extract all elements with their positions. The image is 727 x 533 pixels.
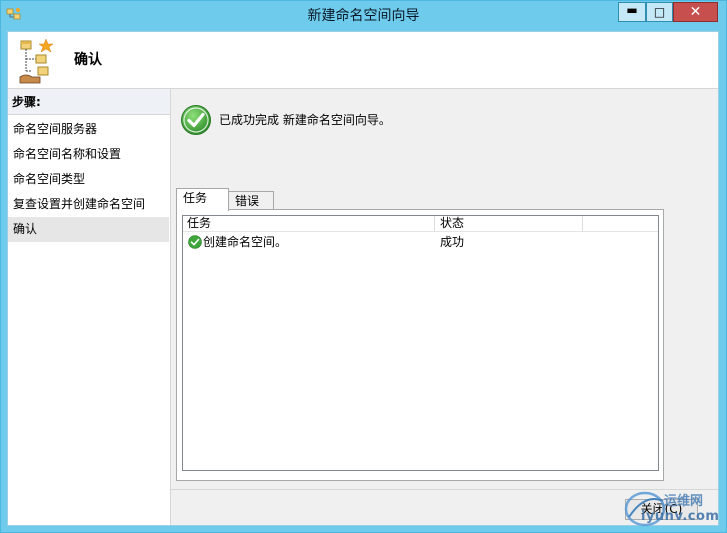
steps-sidebar: 步骤: 命名空间服务器 命名空间名称和设置 命名空间类型 复查设置并创建命名空间… (8, 89, 171, 525)
minimize-button[interactable]: ▬ (618, 2, 646, 22)
title-bar[interactable]: 新建命名空间向导 ▬ □ ✕ (1, 1, 726, 30)
step-namespace-type[interactable]: 命名空间类型 (8, 167, 169, 192)
site-watermark: 运维网 iyunv.com (623, 487, 723, 529)
tab-tasks[interactable]: 任务 (176, 188, 229, 211)
step-review-create[interactable]: 复查设置并创建命名空间 (8, 192, 169, 217)
wizard-header: 确认 (8, 32, 718, 89)
step-namespace-server[interactable]: 命名空间服务器 (8, 117, 169, 142)
page-title: 确认 (74, 52, 102, 68)
row-status-cell: 成功 (440, 235, 465, 249)
tasks-tab-panel: 任务 状态 创建命名空间。 成功 (176, 209, 664, 481)
maximize-icon: □ (653, 5, 666, 19)
task-list-view[interactable]: 任务 状态 创建命名空间。 成功 (182, 215, 659, 471)
list-header: 任务 状态 (183, 216, 658, 232)
table-row[interactable]: 创建命名空间。 成功 (183, 234, 658, 251)
success-check-icon (181, 105, 211, 135)
main-panel: 已成功完成 新建命名空间向导。 任务 错误 任务 状态 创建命名空间。 成功 (171, 89, 718, 525)
watermark-text-url: iyunv.com (641, 509, 720, 524)
wizard-client-area: 确认 步骤: 命名空间服务器 命名空间名称和设置 命名空间类型 复查设置并创建命… (7, 31, 719, 526)
maximize-button[interactable]: □ (646, 2, 673, 22)
row-task-cell: 创建命名空间。 (203, 235, 288, 249)
close-window-button[interactable]: ✕ (673, 2, 718, 22)
step-namespace-name-settings[interactable]: 命名空间名称和设置 (8, 142, 169, 167)
step-confirmation[interactable]: 确认 (8, 217, 169, 242)
namespace-wizard-icon (19, 38, 54, 84)
watermark-text-cn: 运维网 (664, 494, 704, 509)
close-icon: ✕ (689, 4, 702, 20)
success-message: 已成功完成 新建命名空间向导。 (219, 113, 391, 127)
tab-errors[interactable]: 错误 (228, 191, 274, 211)
wizard-window: 新建命名空间向导 ▬ □ ✕ 确认 步骤: 命名空间服务器 命名空间名称和设置 (0, 0, 727, 533)
steps-heading: 步骤: (8, 89, 170, 115)
column-header-status[interactable]: 状态 (435, 216, 583, 232)
success-check-icon (188, 235, 202, 249)
minimize-icon: ▬ (626, 3, 638, 17)
column-header-task[interactable]: 任务 (183, 216, 435, 232)
